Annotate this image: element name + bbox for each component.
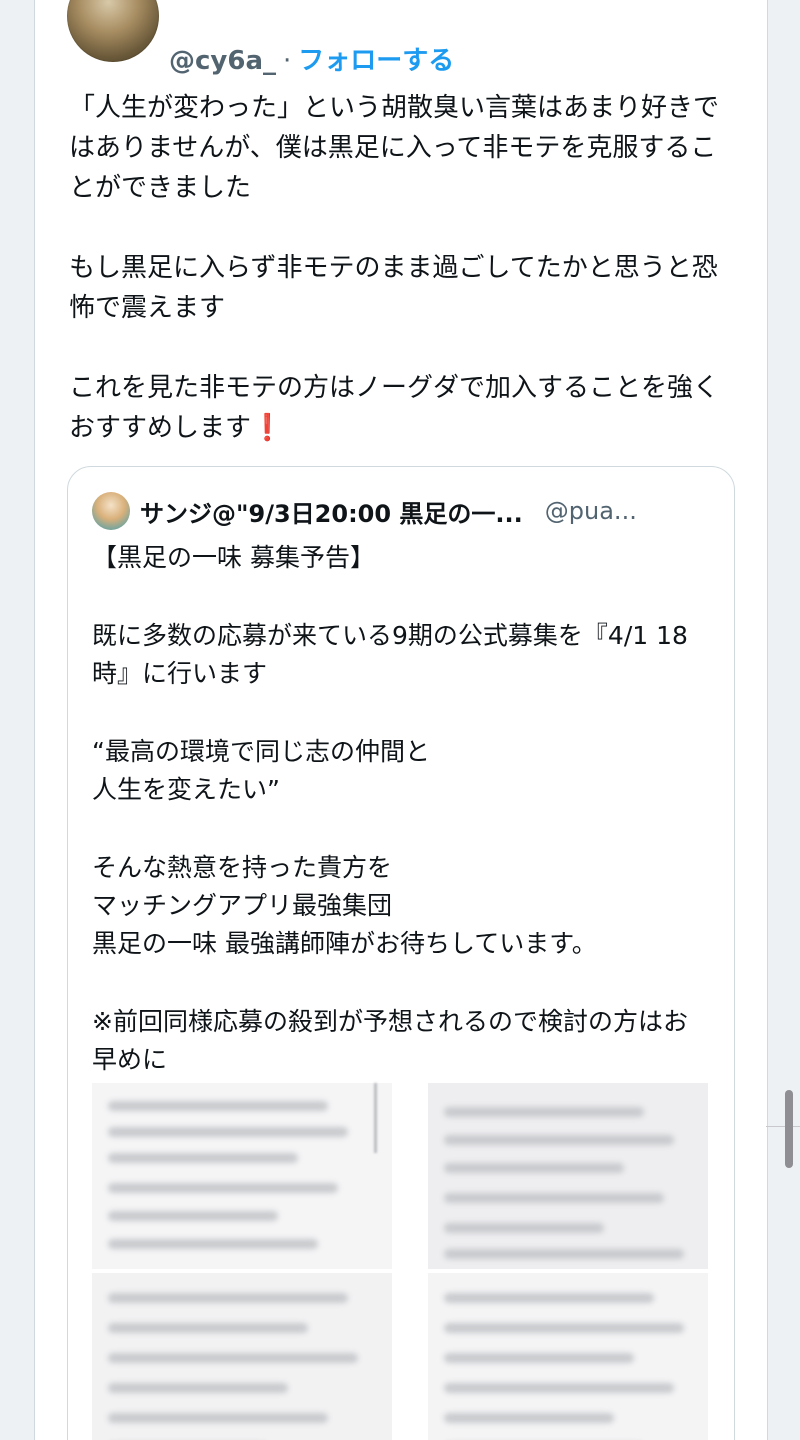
quoted-media-grid[interactable] bbox=[92, 1083, 708, 1440]
tweet-body: 「人生が変わった」という胡散臭い言葉はあまり好きではありませんが、僕は黒足に入っ… bbox=[69, 88, 729, 448]
vertical-scrollbar[interactable] bbox=[785, 1090, 793, 1168]
exclamation-emoji: ❗ bbox=[251, 413, 284, 443]
quoted-author-handle: @pua... bbox=[544, 497, 637, 525]
quoted-paragraph-4: そんな熱意を持った貴方を マッチングアプリ最強集団 黒足の一味 最強講師陣がお待… bbox=[92, 853, 597, 958]
tweet-paragraph-1: 「人生が変わった」という胡散臭い言葉はあまり好きではありませんが、僕は黒足に入っ… bbox=[69, 93, 720, 203]
author-row: @cy6a_ · フォローする bbox=[169, 40, 454, 77]
page-edge-line bbox=[766, 1126, 800, 1127]
quoted-tweet-header: サンジ@"9/3日20:00 黒足の一... @pua... bbox=[92, 491, 637, 531]
tweet-card: ███ ███ ██ @cy6a_·フォローする 「人生が変わった」という胡散臭… bbox=[34, 0, 768, 1440]
quoted-paragraph-5: ※前回同様応募の殺到が予想されるので検討の方はお早めに bbox=[92, 1007, 688, 1074]
quoted-author-name: サンジ@"9/3日20:00 黒足の一... bbox=[140, 499, 523, 528]
author-avatar[interactable] bbox=[67, 0, 159, 62]
quoted-paragraph-3: “最高の環境で同じ志の仲間と 人生を変えたい” bbox=[92, 737, 430, 804]
author-handle[interactable]: @cy6a_ bbox=[169, 46, 276, 76]
quoted-paragraph-1: 【黒足の一味 募集予告】 bbox=[92, 543, 375, 572]
media-image-2[interactable] bbox=[428, 1083, 708, 1269]
quoted-paragraph-2: 既に多数の応募が来ている9期の公式募集を『4/1 18時』に行います bbox=[92, 621, 688, 688]
tweet-paragraph-2: もし黒足に入らず非モテのまま過ごしてたかと思うと恐怖で震えます bbox=[69, 253, 718, 323]
quoted-author-avatar bbox=[92, 492, 130, 530]
quoted-tweet[interactable]: サンジ@"9/3日20:00 黒足の一... @pua... 【黒足の一味 募集… bbox=[67, 466, 735, 1440]
separator-dot: · bbox=[283, 46, 292, 76]
media-image-1[interactable] bbox=[92, 1083, 392, 1269]
quoted-tweet-body: 【黒足の一味 募集予告】 既に多数の応募が来ている9期の公式募集を『4/1 18… bbox=[92, 539, 712, 1119]
media-divider bbox=[374, 1083, 377, 1153]
tweet-paragraph-3-text: これを見た非モテの方はノーグダで加入することを強くおすすめします bbox=[69, 373, 720, 443]
tweet-paragraph-3: これを見た非モテの方はノーグダで加入することを強くおすすめします❗ bbox=[69, 368, 729, 448]
follow-button[interactable]: フォローする bbox=[298, 46, 454, 76]
